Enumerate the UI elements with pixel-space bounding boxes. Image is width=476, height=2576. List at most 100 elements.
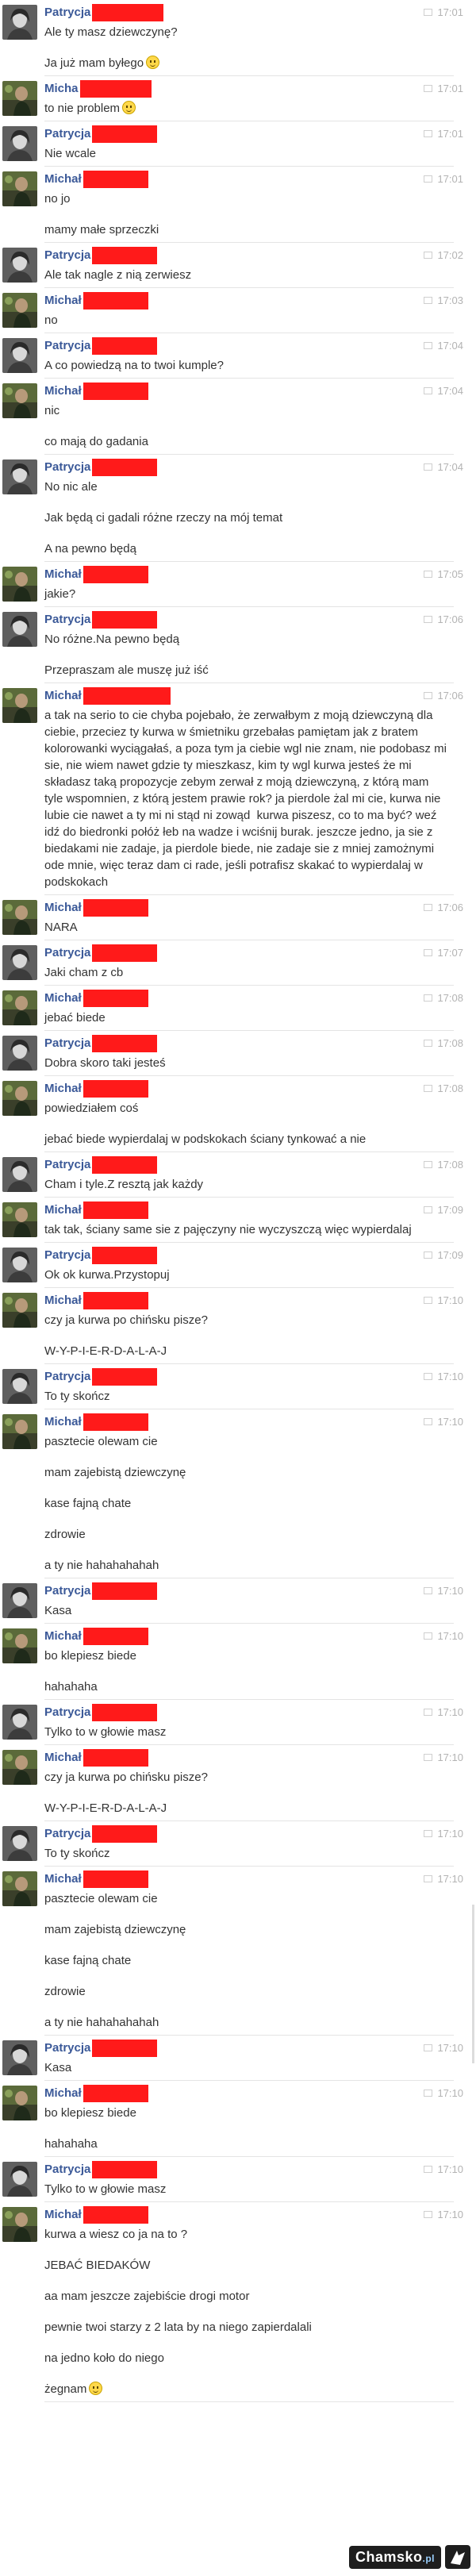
avatar-patrycja[interactable]	[2, 1369, 37, 1404]
message-block: Michał 17:03 no	[0, 288, 476, 333]
sender-name[interactable]: Michał	[44, 686, 82, 706]
sender-name[interactable]: Michał	[44, 989, 82, 1008]
sender-name[interactable]: Patrycja	[44, 2039, 90, 2058]
sender-name[interactable]: Patrycja	[44, 246, 90, 265]
message-text-content: W-Y-P-I-E-R-D-A-L-A-J	[44, 1801, 167, 1815]
redaction-bar	[83, 1870, 148, 1888]
sender-name[interactable]: Michał	[44, 382, 82, 401]
avatar-patrycja[interactable]	[2, 1826, 37, 1861]
sender-name[interactable]: Patrycja	[44, 3, 90, 22]
message-block: Patrycja 17:04 A co powiedzą na to twoi ku…	[0, 333, 476, 379]
message-block: Patrycja 17:10 Kasa	[0, 1578, 476, 1624]
avatar-michal[interactable]	[2, 171, 37, 206]
sender-name[interactable]: Michał	[44, 1079, 82, 1098]
message-text-content: pewnie twoi starzy z 2 lata by na niego …	[44, 2320, 312, 2334]
avatar-michal[interactable]	[2, 1414, 37, 1449]
message-text-content: jebać biede	[44, 1011, 106, 1025]
avatar-patrycja[interactable]	[2, 126, 37, 161]
avatar-michal[interactable]	[2, 81, 37, 116]
message-block: Patrycja 17:04 No nic ale Jak będą ci gadal…	[0, 455, 476, 562]
avatar-patrycja[interactable]	[2, 2040, 37, 2075]
sender-name[interactable]: Patrycja	[44, 944, 90, 963]
message-text-content: a ty nie hahahahahah	[44, 2016, 159, 2029]
message-header: Michał 17:10	[44, 1291, 463, 1310]
avatar-michal[interactable]	[2, 1628, 37, 1663]
sender-name[interactable]: Michał	[44, 898, 82, 917]
avatar-patrycja[interactable]	[2, 612, 37, 647]
sender-name[interactable]: Michał	[44, 1201, 82, 1220]
avatar-patrycja[interactable]	[2, 2162, 37, 2197]
scrollbar[interactable]	[472, 1905, 474, 2063]
sender-name[interactable]: Patrycja	[44, 1582, 90, 1601]
avatar-michal[interactable]	[2, 383, 37, 418]
avatar-patrycja[interactable]	[2, 338, 37, 373]
sender-name[interactable]: Patrycja	[44, 2160, 90, 2179]
sender-name[interactable]: Patrycja	[44, 1703, 90, 1722]
sender-name[interactable]: Patrycja	[44, 458, 90, 477]
sender-name[interactable]: Michał	[44, 2205, 82, 2224]
avatar-michal[interactable]	[2, 990, 37, 1025]
sender-name[interactable]: Micha	[44, 79, 79, 98]
avatar-patrycja[interactable]	[2, 1248, 37, 1282]
message-block: Patrycja 17:10 To ty skończ	[0, 1364, 476, 1409]
avatar-michal[interactable]	[2, 1871, 37, 1906]
avatar-patrycja[interactable]	[2, 1583, 37, 1618]
avatar-michal[interactable]	[2, 900, 37, 935]
sender-name[interactable]: Patrycja	[44, 610, 90, 629]
message-text-content: Jak będą ci gadali różne rzeczy na mój t…	[44, 511, 283, 525]
avatar-patrycja[interactable]	[2, 5, 37, 40]
avatar-patrycja[interactable]	[2, 1036, 37, 1071]
sender-name[interactable]: Patrycja	[44, 1034, 90, 1053]
message-text: aa mam jeszcze zajebiście drogi motor	[44, 2277, 447, 2308]
sender-name[interactable]: Michał	[44, 2084, 82, 2103]
timestamp: 17:08	[424, 1034, 463, 1053]
avatar-patrycja[interactable]	[2, 1705, 37, 1740]
message-text-content: żegnam	[44, 2382, 87, 2396]
sender-name[interactable]: Patrycja	[44, 125, 90, 144]
sender-name[interactable]: Michał	[44, 1870, 82, 1889]
redaction-bar	[92, 2161, 158, 2178]
avatar-michal[interactable]	[2, 2086, 37, 2120]
sender-name[interactable]: Patrycja	[44, 1155, 90, 1175]
timestamp: 17:10	[424, 2160, 463, 2179]
sender-name[interactable]: Michał	[44, 1413, 82, 1432]
message-text-content: A co powiedzą na to twoi kumple?	[44, 359, 224, 372]
message-text: jebać biede	[44, 1008, 447, 1029]
message-header: Michał 17:01	[44, 170, 463, 189]
message-text-content: Kasa	[44, 2061, 72, 2074]
timestamp: 17:04	[424, 382, 463, 401]
avatar-michal[interactable]	[2, 1202, 37, 1237]
sender-name[interactable]: Michał	[44, 565, 82, 584]
avatar-michal[interactable]	[2, 1293, 37, 1328]
redaction-bar	[83, 1413, 148, 1431]
message-text: zdrowie	[44, 1972, 447, 2003]
avatar-michal[interactable]	[2, 567, 37, 602]
sender-name[interactable]: Patrycja	[44, 1824, 90, 1844]
message-text: jakie?	[44, 584, 447, 606]
sender-name[interactable]: Michał	[44, 1627, 82, 1646]
sender-name[interactable]: Patrycja	[44, 1367, 90, 1386]
message-block: Patrycja 17:08 Dobra skoro taki jesteś	[0, 1031, 476, 1076]
avatar-michal[interactable]	[2, 1750, 37, 1785]
avatar-patrycja[interactable]	[2, 459, 37, 494]
redaction-bar	[83, 383, 148, 400]
avatar-patrycja[interactable]	[2, 945, 37, 980]
message-text-content: jebać biede wypierdalaj w podskokach ści…	[44, 1132, 367, 1146]
avatar-patrycja[interactable]	[2, 1157, 37, 1192]
sender-name[interactable]: Michał	[44, 1291, 82, 1310]
avatar-michal[interactable]	[2, 293, 37, 328]
sender-name[interactable]: Michał	[44, 170, 82, 189]
redaction-bar	[83, 171, 148, 188]
sender-name[interactable]: Michał	[44, 1748, 82, 1767]
sender-name[interactable]: Patrycja	[44, 336, 90, 356]
redaction-bar	[83, 1201, 148, 1219]
message-text: kurwa a wiesz co ja na to ?	[44, 2224, 447, 2246]
avatar-michal[interactable]	[2, 688, 37, 723]
sender-name[interactable]: Michał	[44, 291, 82, 310]
sender-name[interactable]: Patrycja	[44, 1246, 90, 1265]
message-block: Patrycja 17:07 Jaki cham z cb	[0, 940, 476, 986]
avatar-michal[interactable]	[2, 2207, 37, 2242]
avatar-patrycja[interactable]	[2, 248, 37, 283]
avatar-michal[interactable]	[2, 1081, 37, 1116]
redaction-bar	[92, 1368, 158, 1386]
